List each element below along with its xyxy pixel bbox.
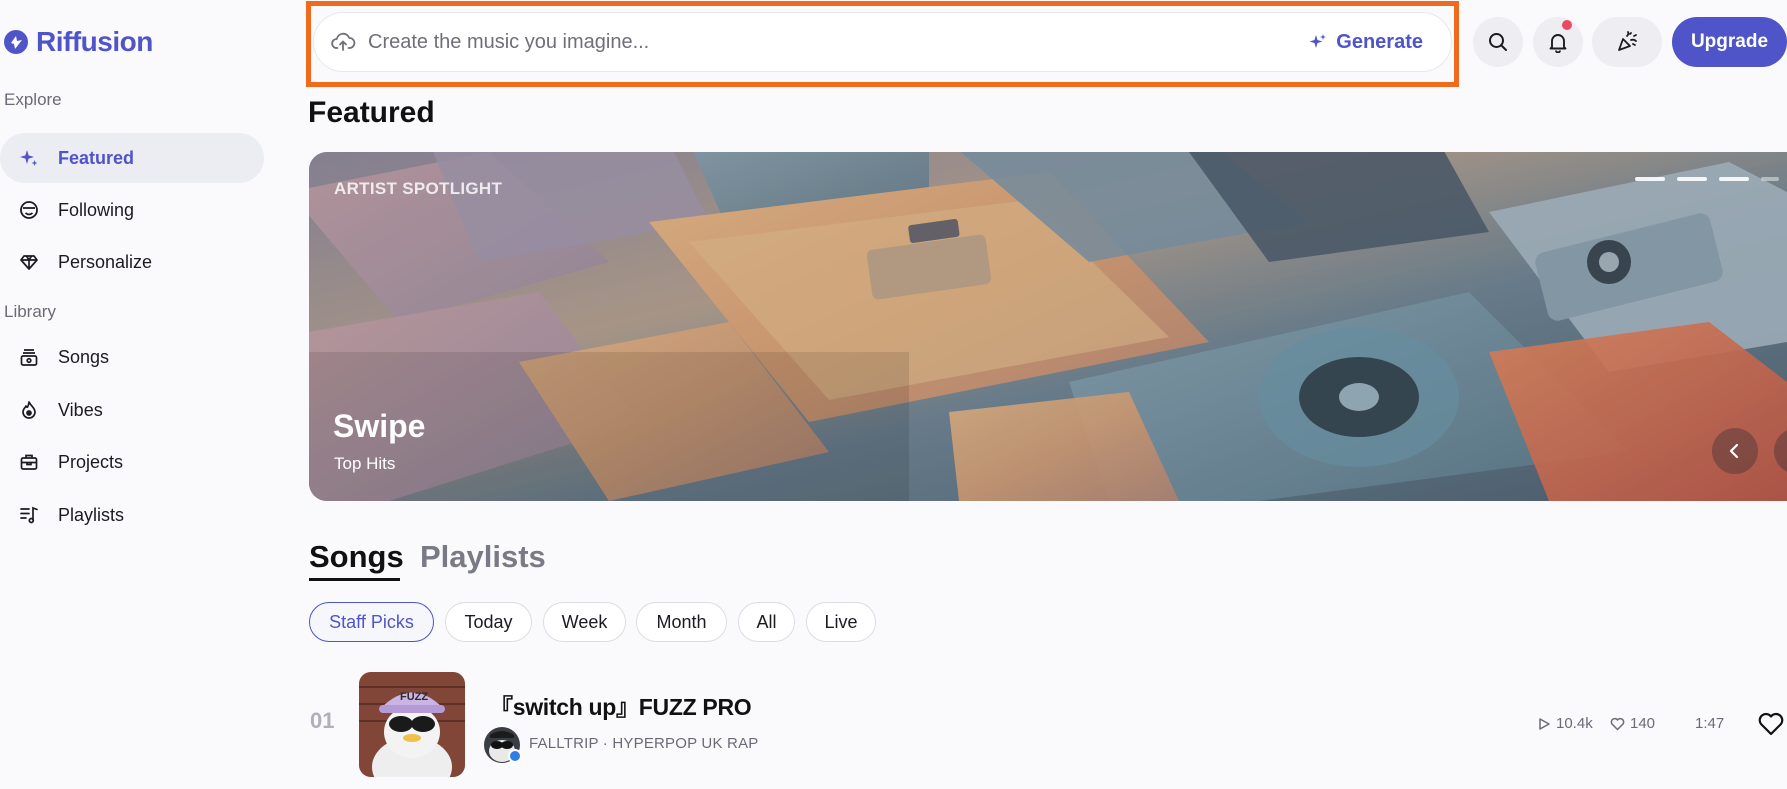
banner-title: Swipe bbox=[333, 408, 426, 444]
record-stack-icon bbox=[19, 347, 39, 367]
artist-name[interactable]: FALLTRIP bbox=[529, 735, 598, 752]
separator: · bbox=[602, 735, 613, 752]
song-duration: 1:47 bbox=[1695, 715, 1724, 732]
whats-new-button[interactable] bbox=[1592, 17, 1662, 67]
featured-heading: Featured bbox=[308, 96, 435, 129]
explore-section-label: Explore bbox=[4, 90, 62, 109]
play-count-value: 10.4k bbox=[1556, 715, 1593, 732]
song-artist-genre: FALLTRIP · HYPERPOP UK RAP bbox=[529, 735, 758, 752]
banner-kicker: ARTIST SPOTLIGHT bbox=[334, 179, 503, 198]
song-cover-art[interactable]: FUZZ bbox=[359, 672, 465, 777]
sidebar-item-personalize[interactable]: Personalize bbox=[0, 237, 264, 287]
filter-chip-live[interactable]: Live bbox=[806, 602, 876, 642]
sidebar-item-vibes[interactable]: Vibes bbox=[0, 385, 264, 435]
like-count-value: 140 bbox=[1630, 715, 1656, 732]
notification-dot bbox=[1562, 20, 1572, 30]
song-rank: 01 bbox=[310, 708, 335, 733]
svg-text:FUZZ: FUZZ bbox=[400, 691, 428, 703]
carousel-indicators[interactable] bbox=[1635, 177, 1779, 181]
genre-tags: HYPERPOP UK RAP bbox=[612, 735, 759, 752]
sidebar-item-label: Songs bbox=[58, 346, 110, 367]
tab-songs[interactable]: Songs bbox=[309, 539, 404, 575]
sidebar-item-projects[interactable]: Projects bbox=[0, 437, 264, 487]
sidebar-item-label: Projects bbox=[58, 451, 124, 472]
search-button[interactable] bbox=[1473, 17, 1523, 67]
verified-badge-icon bbox=[508, 749, 522, 763]
heart-icon bbox=[1610, 717, 1625, 730]
playlist-icon bbox=[19, 505, 39, 525]
play-icon bbox=[1539, 717, 1550, 730]
filter-chip-month[interactable]: Month bbox=[636, 602, 727, 642]
cassette-artwork bbox=[309, 152, 1787, 501]
sidebar-item-following[interactable]: Following bbox=[0, 185, 264, 235]
banner-subtitle: Top Hits bbox=[334, 454, 396, 473]
party-popper-icon bbox=[1618, 31, 1637, 51]
carousel-dot[interactable] bbox=[1635, 177, 1665, 181]
prompt-bar: Generate bbox=[313, 12, 1452, 72]
sparkle-icon bbox=[1309, 34, 1327, 48]
sidebar-item-label: Featured bbox=[58, 147, 135, 168]
duck-with-cap-image: FUZZ bbox=[359, 672, 465, 777]
prompt-input[interactable] bbox=[368, 30, 1309, 54]
logo[interactable]: Riffusion bbox=[2, 26, 153, 58]
like-count: 140 bbox=[1610, 715, 1655, 732]
notifications-button[interactable] bbox=[1533, 17, 1583, 67]
filter-chip-all[interactable]: All bbox=[738, 602, 795, 642]
upgrade-button[interactable]: Upgrade bbox=[1672, 17, 1787, 67]
briefcase-icon bbox=[19, 452, 39, 472]
featured-banner[interactable]: ARTIST SPOTLIGHT Swipe Top Hits bbox=[309, 152, 1787, 501]
search-icon bbox=[1489, 33, 1507, 51]
bell-icon bbox=[1549, 34, 1567, 53]
sidebar-item-featured[interactable]: Featured bbox=[0, 133, 264, 183]
carousel-prev-button[interactable] bbox=[1712, 428, 1758, 474]
flame-icon bbox=[19, 400, 39, 420]
app-name: Riffusion bbox=[36, 26, 153, 57]
generate-button[interactable]: Generate bbox=[1308, 31, 1423, 54]
heart-icon[interactable] bbox=[1757, 711, 1785, 737]
sparkle-icon bbox=[19, 148, 39, 168]
song-title[interactable]: 『switch up』FUZZ PRO bbox=[490, 688, 752, 722]
filter-chip-today[interactable]: Today bbox=[445, 602, 532, 642]
sidebar-item-label: Vibes bbox=[58, 399, 103, 420]
chevron-left-icon bbox=[1729, 443, 1739, 459]
filter-chip-staff-picks[interactable]: Staff Picks bbox=[309, 602, 434, 642]
play-count: 10.4k bbox=[1537, 715, 1593, 732]
cloud-upload-icon[interactable] bbox=[330, 29, 356, 55]
generate-label: Generate bbox=[1336, 30, 1423, 53]
tab-playlists[interactable]: Playlists bbox=[420, 539, 546, 575]
riffusion-logo-icon bbox=[4, 30, 28, 54]
active-tab-underline bbox=[309, 578, 400, 581]
sidebar-item-label: Playlists bbox=[58, 504, 125, 525]
sidebar-item-label: Following bbox=[58, 199, 135, 220]
library-section-label: Library bbox=[4, 302, 56, 321]
sidebar-item-songs[interactable]: Songs bbox=[0, 332, 264, 382]
smiley-icon bbox=[19, 200, 39, 220]
filter-chip-week[interactable]: Week bbox=[543, 602, 626, 642]
carousel-dot[interactable] bbox=[1677, 177, 1707, 181]
sidebar: Riffusion Explore Featured Following Per… bbox=[0, 0, 270, 789]
duration-value: 1:47 bbox=[1695, 715, 1725, 732]
carousel-dot[interactable] bbox=[1761, 177, 1779, 181]
carousel-dot[interactable] bbox=[1719, 177, 1749, 181]
sidebar-item-label: Personalize bbox=[58, 251, 153, 272]
sidebar-item-playlists[interactable]: Playlists bbox=[0, 490, 264, 540]
diamond-icon bbox=[19, 252, 39, 272]
